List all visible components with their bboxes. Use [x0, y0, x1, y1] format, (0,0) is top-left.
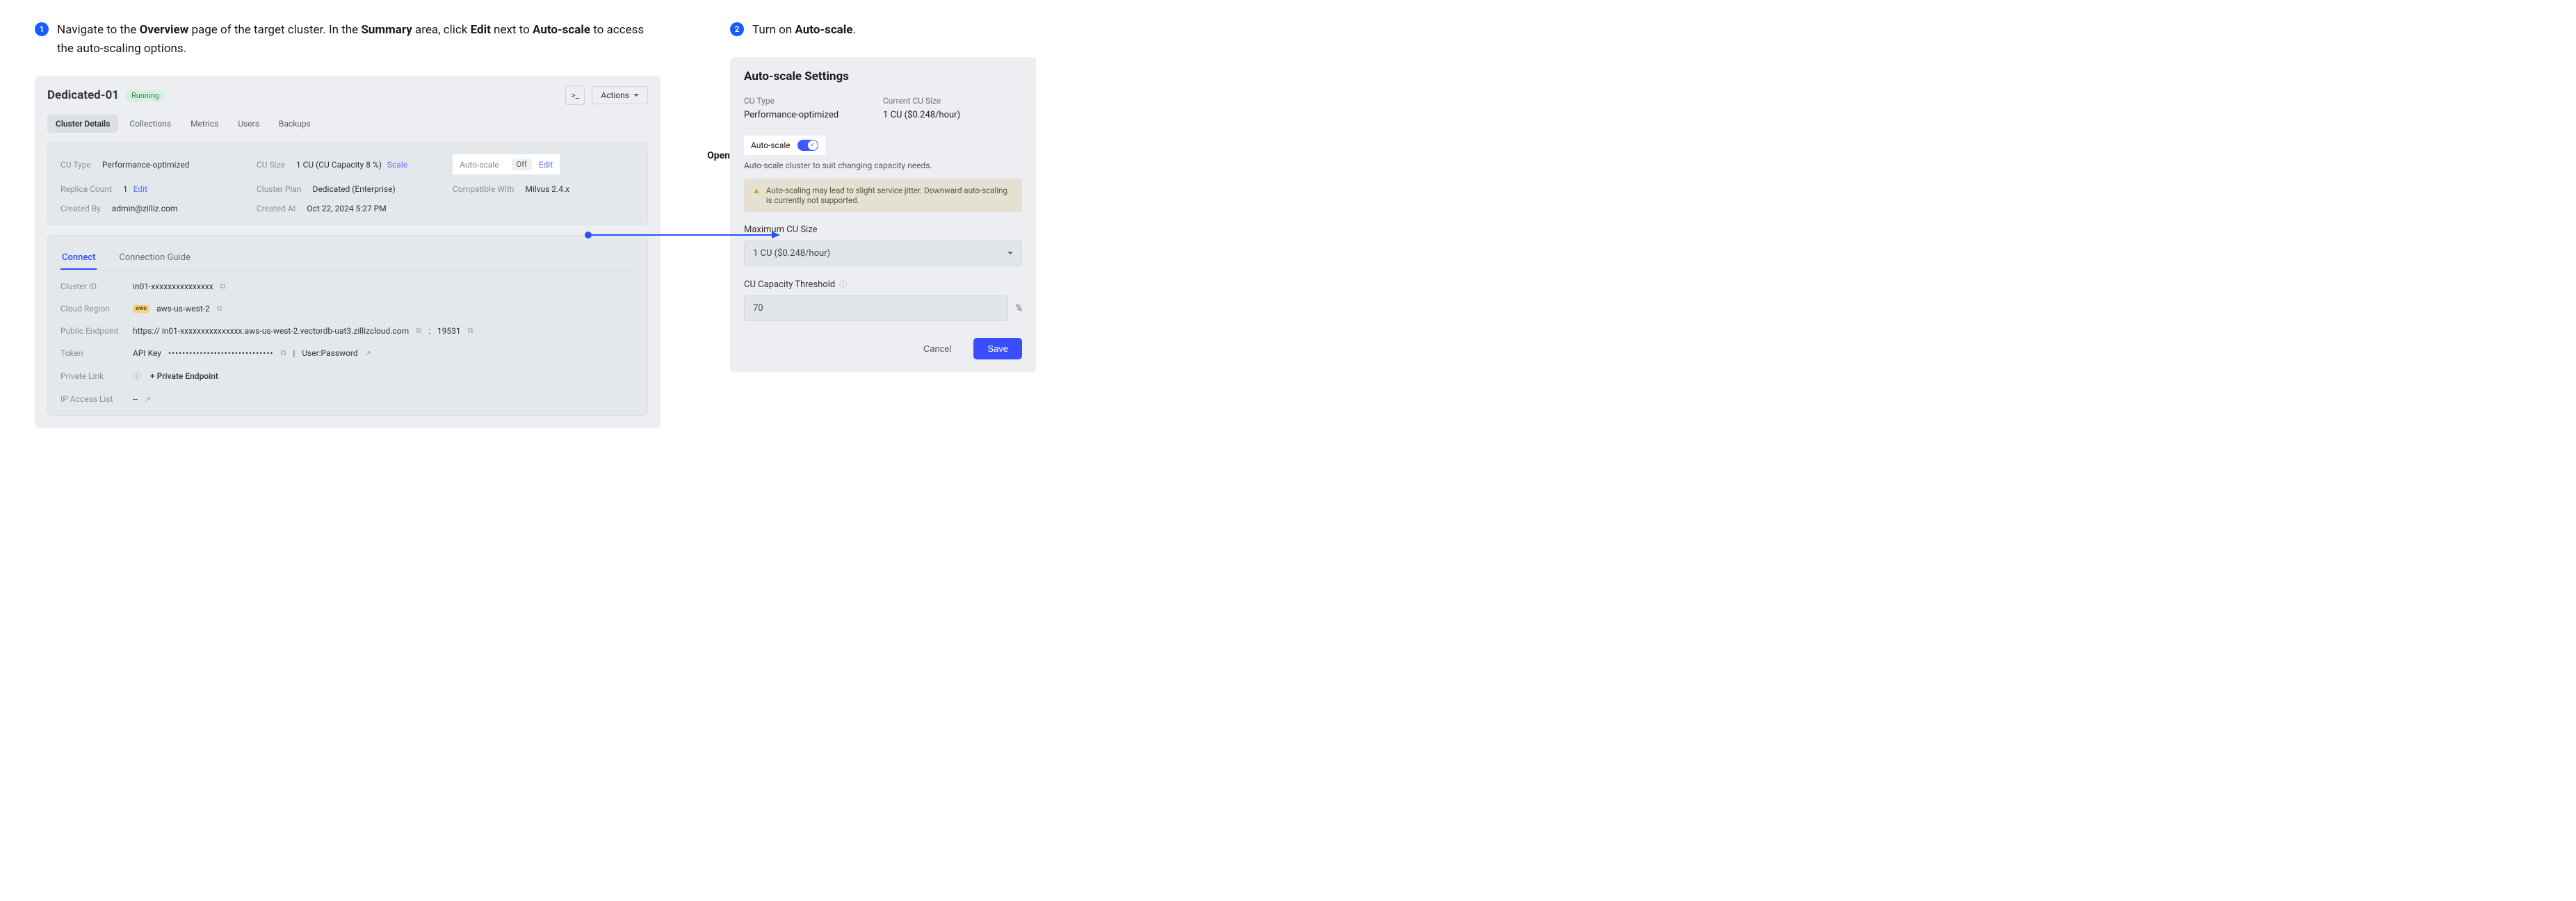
cancel-button[interactable]: Cancel	[909, 338, 965, 359]
arrow-icon	[584, 228, 786, 242]
subtab-connection-guide[interactable]: Connection Guide	[118, 247, 192, 270]
cu-size-label: CU Size	[257, 160, 285, 170]
chevron-down-icon	[633, 90, 639, 100]
info-icon[interactable]: ⓘ	[133, 371, 140, 382]
step-2-text: Turn on Auto-scale.	[752, 21, 856, 40]
auto-scale-settings-panel: Auto-scale Settings CU Type Performance-…	[730, 57, 1036, 372]
ip-access-value: --	[133, 394, 138, 404]
plan-value: Dedicated (Enterprise)	[313, 184, 396, 194]
tab-backups[interactable]: Backups	[270, 115, 319, 133]
endpoint-value: https:// in01-xxxxxxxxxxxxxxx.aws-us-wes…	[133, 326, 409, 336]
region-label: Cloud Region	[60, 304, 123, 314]
copy-icon[interactable]: ⧉	[280, 348, 286, 358]
step-2-badge: 2	[730, 22, 744, 36]
settings-title: Auto-scale Settings	[744, 70, 1022, 83]
auto-scale-toggle-label: Auto-scale	[751, 140, 791, 150]
private-link-label: Private Link	[60, 371, 123, 381]
token-userpw: User:Password	[302, 348, 357, 358]
settings-cu-type-value: Performance-optimized	[744, 110, 883, 120]
token-type: API Key	[133, 348, 161, 358]
auto-scale-label: Auto-scale	[460, 160, 499, 170]
max-cu-select[interactable]: 1 CU ($0.248/hour)	[744, 241, 1022, 266]
compat-label: Compatible With	[453, 184, 514, 194]
cluster-name: Dedicated-01	[47, 88, 119, 102]
copy-icon[interactable]: ⧉	[416, 326, 421, 336]
cluster-overview-panel: Dedicated-01 Running >_ Actions Cluster …	[35, 76, 661, 428]
actions-button[interactable]: Actions	[592, 86, 648, 104]
endpoint-port: 19531	[437, 326, 461, 336]
info-icon[interactable]: ⓘ	[839, 279, 847, 290]
cluster-id-label: Cluster ID	[60, 282, 123, 291]
tab-users[interactable]: Users	[229, 115, 268, 133]
cu-size-value: 1 CU (CU Capacity 8 %)	[296, 160, 382, 170]
chevron-down-icon	[1007, 248, 1013, 259]
region-value: aws-us-west-2	[156, 304, 210, 314]
tab-metrics[interactable]: Metrics	[182, 115, 227, 133]
step-1-badge: 1	[35, 22, 49, 36]
cluster-id-value: in01-xxxxxxxxxxxxxxx	[133, 282, 213, 291]
tab-collections[interactable]: Collections	[121, 115, 179, 133]
copy-icon[interactable]: ⧉	[220, 282, 226, 291]
subtab-connect[interactable]: Connect	[60, 247, 97, 270]
aws-badge-icon: aws	[133, 305, 149, 313]
max-cu-label: Maximum CU Size	[744, 225, 1022, 235]
max-cu-value: 1 CU ($0.248/hour)	[753, 248, 830, 259]
token-label: Token	[60, 348, 123, 358]
status-badge: Running	[126, 90, 165, 102]
save-button[interactable]: Save	[973, 338, 1022, 359]
created-by-label: Created By	[60, 204, 101, 213]
cu-type-value: Performance-optimized	[102, 160, 190, 170]
scale-link[interactable]: Scale	[387, 160, 407, 170]
settings-cu-type-label: CU Type	[744, 96, 883, 106]
threshold-value: 70	[753, 303, 763, 314]
actions-label: Actions	[601, 90, 629, 100]
token-sep: |	[293, 348, 295, 358]
auto-scale-toggle[interactable]	[797, 140, 818, 151]
copy-icon[interactable]: ⧉	[217, 304, 222, 314]
replica-value: 1	[123, 184, 128, 194]
external-link-icon[interactable]: ↗	[145, 395, 151, 404]
warning-icon: ▲	[752, 186, 761, 195]
endpoint-label: Public Endpoint	[60, 326, 123, 336]
ip-access-label: IP Access List	[60, 394, 123, 404]
created-at-label: Created At	[257, 204, 295, 213]
cu-type-label: CU Type	[60, 160, 91, 170]
external-link-icon[interactable]: ↗	[365, 349, 371, 358]
created-by-value: admin@zilliz.com	[112, 204, 178, 213]
terminal-icon[interactable]: >_	[565, 86, 585, 105]
auto-scale-value: Off	[512, 159, 532, 170]
created-at-value: Oct 22, 2024 5:27 PM	[307, 204, 386, 213]
add-private-endpoint-button[interactable]: + Private Endpoint	[150, 371, 218, 381]
threshold-label: CU Capacity Threshold	[744, 279, 835, 290]
plan-label: Cluster Plan	[257, 184, 302, 194]
auto-scale-help-text: Auto-scale cluster to suit changing capa…	[744, 161, 1022, 170]
open-annotation: Open	[707, 150, 730, 161]
copy-icon[interactable]: ⧉	[468, 326, 473, 336]
warning-text: Auto-scaling may lead to slight service …	[766, 186, 1014, 205]
percent-label: %	[1015, 303, 1022, 314]
tab-cluster-details[interactable]: Cluster Details	[47, 115, 118, 133]
replica-label: Replica Count	[60, 184, 112, 194]
threshold-input[interactable]: 70	[744, 295, 1008, 321]
endpoint-port-sep: :	[428, 326, 430, 336]
replica-edit-link[interactable]: Edit	[133, 184, 147, 194]
token-mask: ••••••••••••••••••••••••••••••	[168, 348, 273, 358]
step-1-text: Navigate to the Overview page of the tar…	[57, 21, 661, 58]
settings-cur-size-value: 1 CU ($0.248/hour)	[883, 110, 1022, 120]
settings-cur-size-label: Current CU Size	[883, 96, 1022, 106]
auto-scale-edit-link[interactable]: Edit	[539, 160, 553, 170]
compat-value: Milvus 2.4.x	[525, 184, 569, 194]
